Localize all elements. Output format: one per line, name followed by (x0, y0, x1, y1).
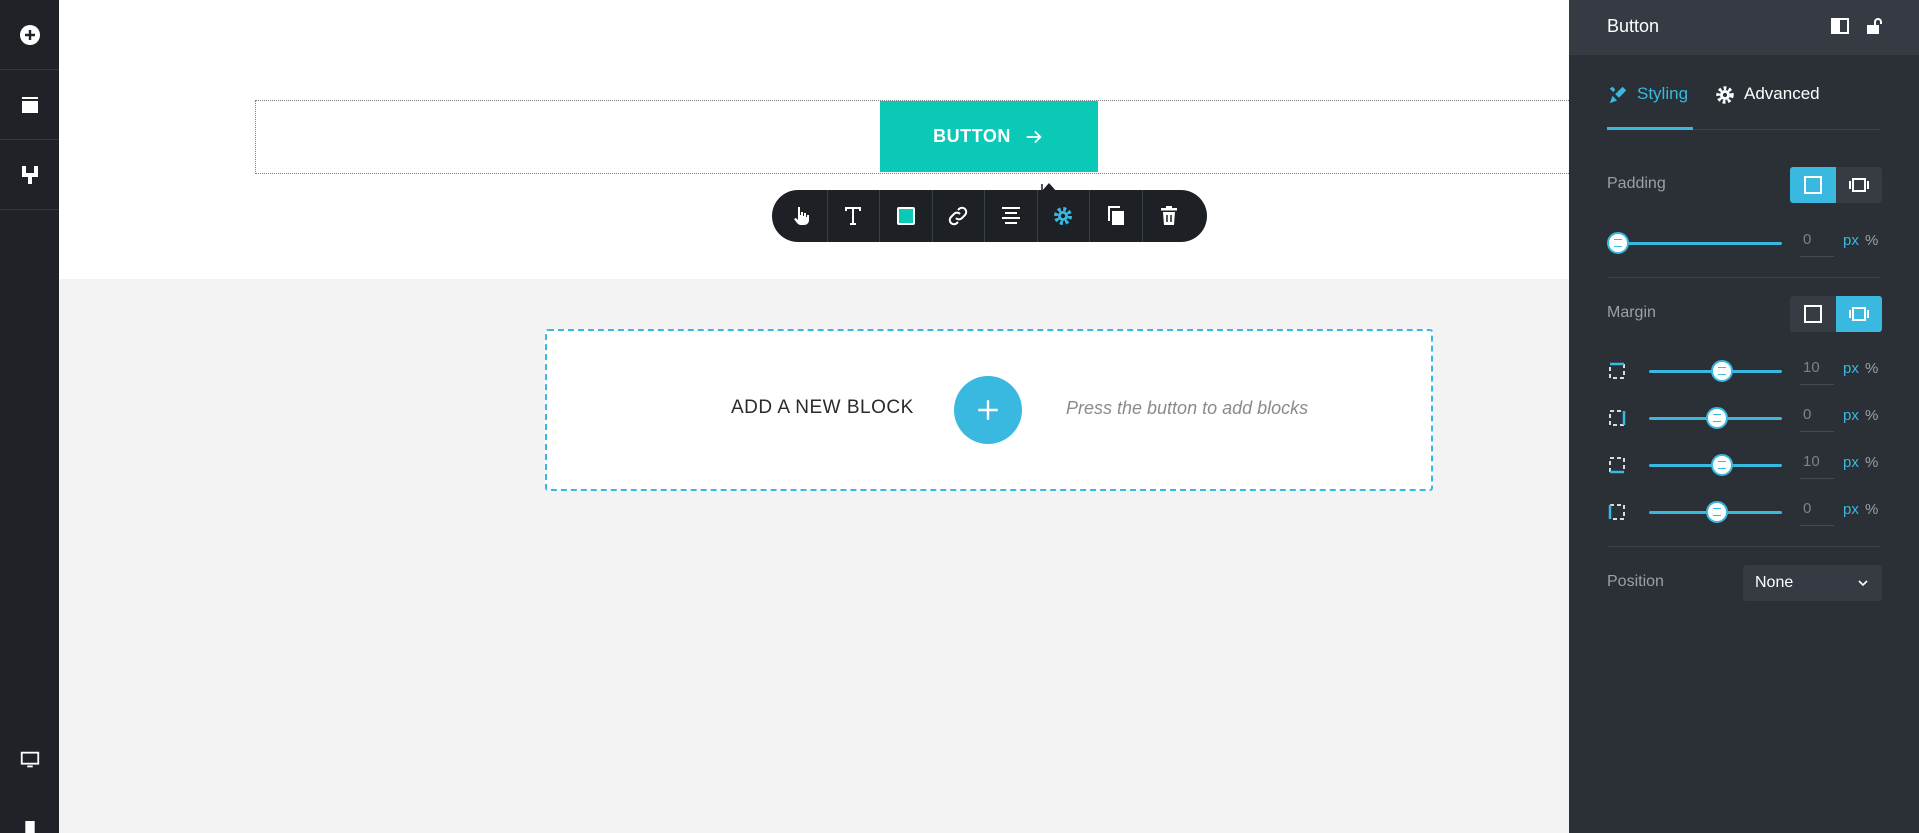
align-center-icon (1001, 207, 1020, 224)
margin-bottom-slider-thumb[interactable] (1711, 454, 1733, 476)
position-select-value: None (1755, 574, 1794, 591)
trash-icon (1160, 206, 1177, 225)
left-sidebar (0, 0, 59, 833)
margin-right-unit-percent[interactable]: % (1865, 407, 1878, 424)
add-block-title: ADD A NEW BLOCK (731, 397, 914, 418)
select-tool-button[interactable] (775, 190, 828, 242)
margin-left-row: 0 px % (1607, 498, 1881, 526)
add-block-zone: ADD A NEW BLOCK Press the button to add … (545, 329, 1433, 491)
padding-mode-toggle (1790, 167, 1882, 203)
padding-all-sides-toggle[interactable] (1790, 167, 1836, 203)
position-select[interactable]: None (1743, 565, 1882, 601)
duplicate-icon (1107, 206, 1124, 225)
editor-canvas: BUTTON ADD A NEW BLOCK Press the button … (59, 0, 1569, 833)
desktop-view-button[interactable] (0, 744, 59, 776)
margin-top-unit-px[interactable]: px (1843, 360, 1859, 377)
plus-icon (978, 400, 998, 420)
margin-bottom-unit-px[interactable]: px (1843, 454, 1859, 471)
square-sides-icon (1849, 178, 1869, 192)
margin-right-row: 0 px % (1607, 404, 1881, 432)
properties-panel: Button Styling Advanced Padding 0 px % M… (1569, 0, 1919, 833)
button-label: BUTTON (933, 126, 1011, 146)
margin-right-unit-px[interactable]: px (1843, 407, 1859, 424)
margin-top-row: 10 px % (1607, 357, 1881, 385)
tab-styling[interactable]: Styling (1607, 84, 1693, 130)
link-tool-button[interactable] (933, 190, 985, 242)
layers-button[interactable] (0, 70, 59, 140)
margin-right-slider-thumb[interactable] (1706, 407, 1728, 429)
margin-top-slider-thumb[interactable] (1711, 360, 1733, 382)
margin-mode-toggle (1790, 296, 1882, 332)
unlock-icon[interactable] (1865, 17, 1883, 35)
panel-tabs: Styling Advanced (1607, 84, 1881, 130)
margin-left-icon (1608, 504, 1625, 520)
margin-left-unit-percent[interactable]: % (1865, 501, 1878, 518)
layers-icon (21, 96, 38, 113)
padding-individual-toggle[interactable] (1836, 167, 1882, 203)
gear-icon (1716, 86, 1734, 104)
margin-bottom-value-input[interactable]: 10 (1800, 453, 1834, 479)
margin-top-icon (1609, 362, 1625, 379)
mobile-view-button[interactable] (0, 821, 59, 833)
style-button[interactable] (0, 140, 59, 210)
tab-advanced[interactable]: Advanced (1714, 84, 1820, 130)
square-sides-icon (1849, 307, 1869, 321)
panel-header: Button (1569, 0, 1919, 55)
padding-unit-percent[interactable]: % (1865, 232, 1878, 249)
delete-tool-button[interactable] (1143, 190, 1196, 242)
margin-individual-toggle[interactable] (1836, 296, 1882, 332)
hand-pointer-icon (793, 207, 809, 225)
color-swatch-icon (896, 207, 915, 225)
tab-styling-label: Styling (1637, 84, 1689, 103)
text-icon (845, 207, 862, 225)
position-label: Position (1607, 573, 1664, 590)
padding-label: Padding (1607, 175, 1666, 192)
add-block-button[interactable] (954, 376, 1022, 444)
settings-tool-button[interactable] (1038, 190, 1090, 242)
button-element[interactable]: BUTTON (880, 101, 1098, 172)
add-block-hint: Press the button to add blocks (1066, 398, 1309, 418)
gear-icon (1054, 207, 1073, 225)
color-tool-button[interactable] (880, 190, 933, 242)
padding-slider-row: 0 px % (1607, 229, 1881, 257)
text-tool-button[interactable] (828, 190, 880, 242)
brush-icon (1609, 86, 1627, 104)
paint-roller-icon (21, 165, 38, 184)
dock-panel-icon[interactable] (1831, 17, 1849, 35)
arrow-right-icon (1026, 130, 1042, 143)
square-all-icon (1804, 305, 1822, 323)
padding-value-input[interactable]: 0 (1800, 231, 1834, 257)
element-toolbar (772, 190, 1207, 242)
chevron-down-icon (1858, 580, 1868, 587)
divider (1607, 277, 1881, 278)
margin-right-value-input[interactable]: 0 (1800, 406, 1834, 432)
margin-bottom-icon (1609, 457, 1625, 474)
margin-left-slider-thumb[interactable] (1706, 501, 1728, 523)
desktop-icon (20, 751, 39, 768)
margin-right-icon (1609, 410, 1626, 426)
align-tool-button[interactable] (985, 190, 1038, 242)
padding-unit-px[interactable]: px (1843, 232, 1859, 249)
margin-label: Margin (1607, 304, 1656, 321)
duplicate-tool-button[interactable] (1090, 190, 1143, 242)
margin-left-value-input[interactable]: 0 (1800, 500, 1834, 526)
margin-all-sides-toggle[interactable] (1790, 296, 1836, 332)
tab-advanced-label: Advanced (1744, 84, 1820, 103)
add-element-button[interactable] (0, 0, 59, 70)
margin-bottom-row: 10 px % (1607, 451, 1881, 479)
link-icon (949, 206, 968, 226)
mobile-icon (24, 821, 35, 833)
margin-top-unit-percent[interactable]: % (1865, 360, 1878, 377)
padding-slider-thumb[interactable] (1607, 232, 1629, 254)
margin-top-value-input[interactable]: 10 (1800, 359, 1834, 385)
padding-slider-track[interactable] (1612, 242, 1782, 245)
divider (1607, 546, 1881, 547)
add-icon (19, 24, 40, 45)
square-all-icon (1804, 176, 1822, 194)
panel-title: Button (1607, 16, 1660, 36)
margin-left-unit-px[interactable]: px (1843, 501, 1859, 518)
margin-bottom-unit-percent[interactable]: % (1865, 454, 1878, 471)
